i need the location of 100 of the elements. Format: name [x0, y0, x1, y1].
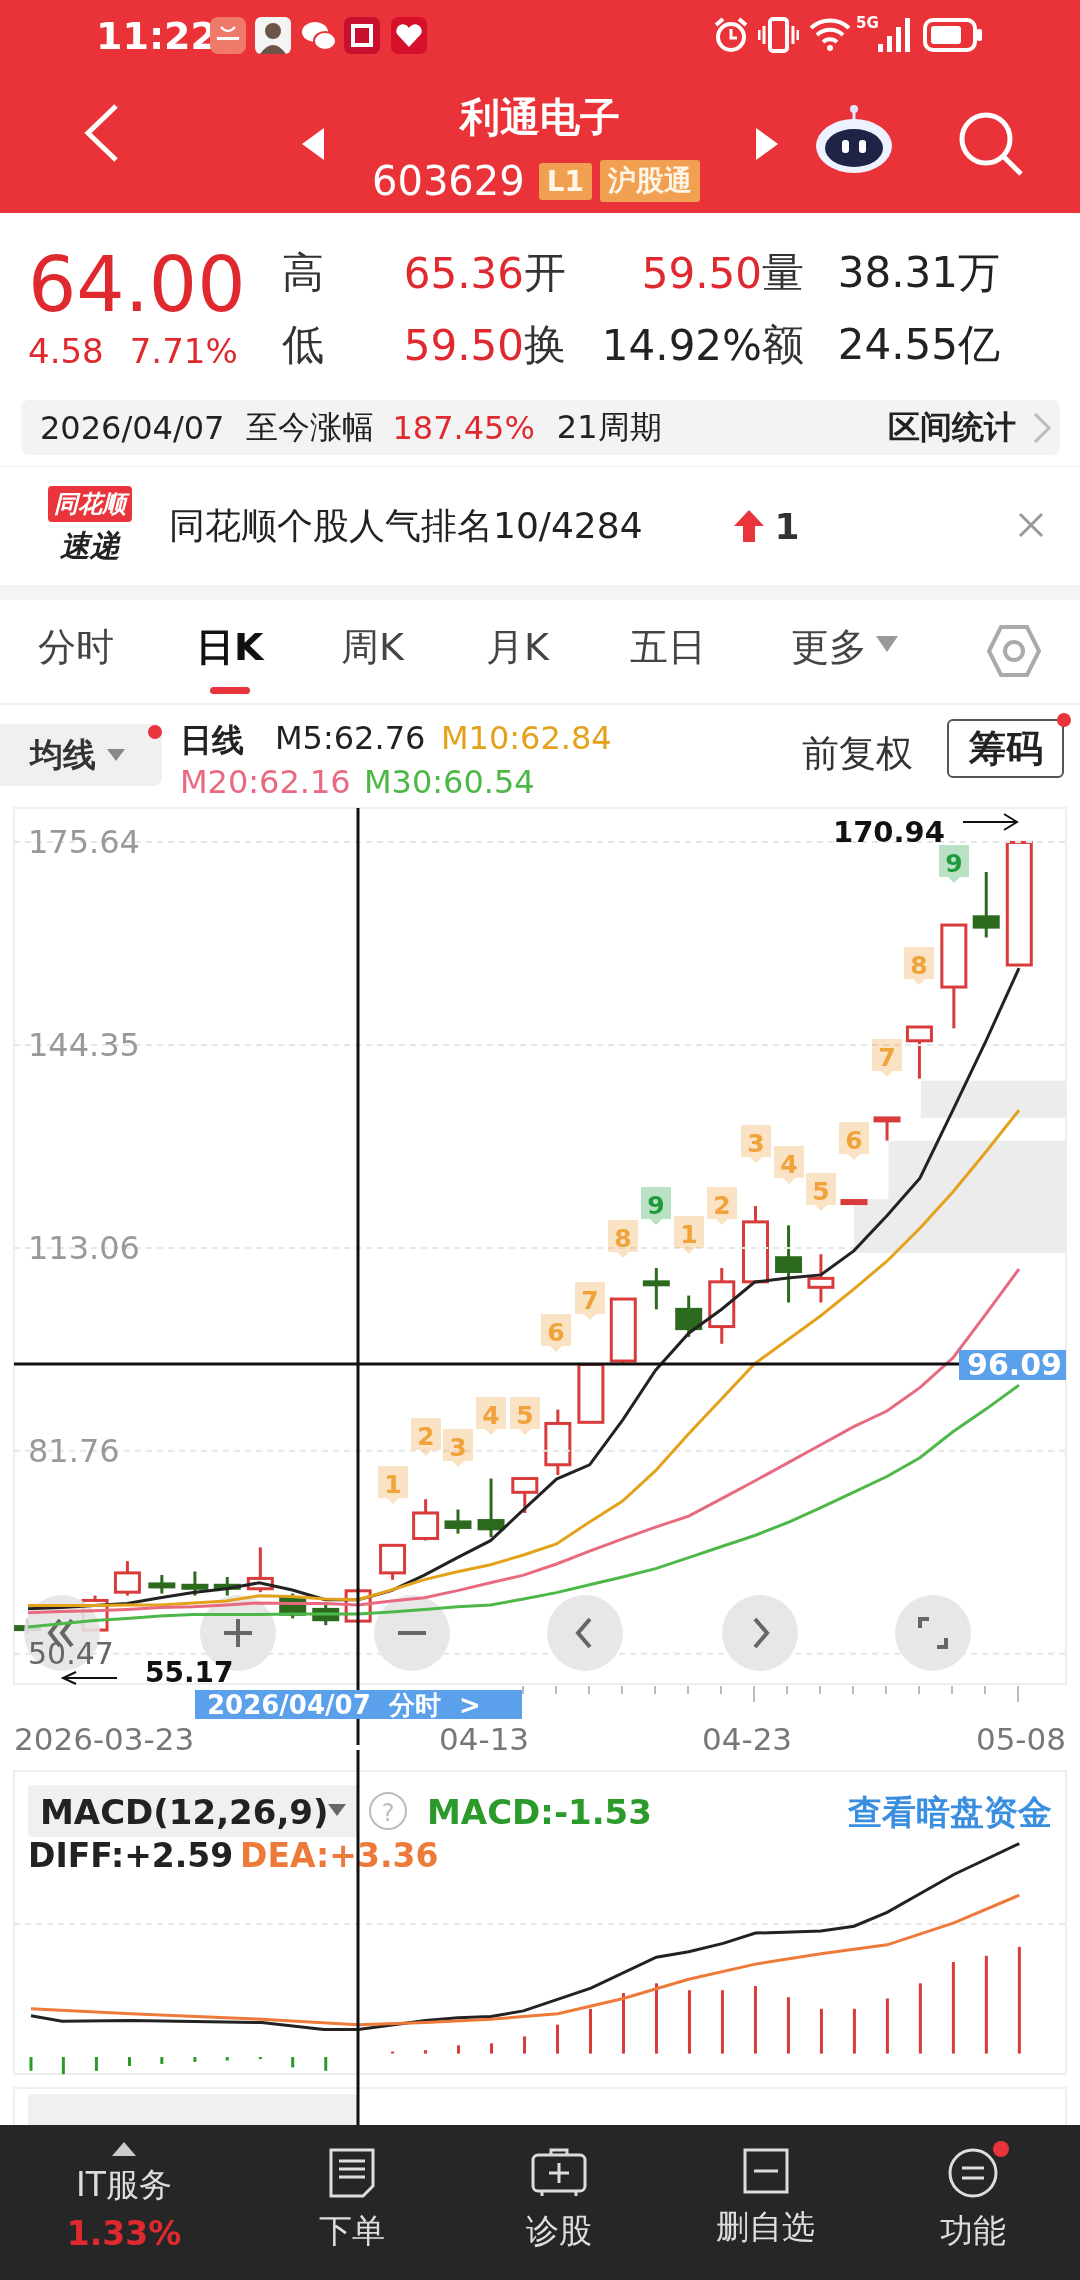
network-type: 5G [856, 14, 879, 32]
sector-button[interactable]: IT服务 1.33% [0, 2125, 248, 2280]
candlestick [113, 1561, 141, 1596]
fullscreen-button[interactable] [895, 1595, 971, 1671]
stat-value: 14.92% [600, 320, 762, 370]
stat-value: 24.55亿 [836, 319, 1000, 371]
signal-tag: 1 [378, 1466, 408, 1504]
price-axis-label: 175.64 [28, 823, 140, 862]
notification-dot [993, 2141, 1009, 2157]
gain-label: 至今涨幅 [246, 406, 375, 448]
chips-button[interactable]: 筹码 [947, 719, 1064, 778]
popularity-rank-text[interactable]: 同花顺个股人气排名10/4284 [169, 501, 643, 551]
zoom-out-button[interactable] [374, 1595, 450, 1671]
stat-label: 高 [282, 247, 325, 299]
signal-tag: 8 [608, 1220, 638, 1258]
bottom-nav-item[interactable]: 下单 [248, 2125, 455, 2280]
signal-tag: 4 [476, 1397, 506, 1435]
stat-value: 59.50 [640, 248, 762, 298]
arrow-icon [962, 813, 1019, 831]
indicator-dropdown[interactable]: MACD(12,26,9) [28, 1785, 358, 1837]
candlestick [972, 872, 1000, 938]
settings-icon[interactable] [987, 624, 1041, 678]
moving-average-value: M30:60.54 [364, 763, 535, 801]
sector-name: IT服务 [76, 2164, 172, 2206]
histogram-bar [720, 1990, 724, 2054]
chart-period-tab[interactable]: 五日 [630, 622, 706, 694]
crosshair-price-tag: 96.09 [959, 1347, 1066, 1382]
signal-icon [877, 18, 913, 52]
scroll-right-button[interactable] [722, 1595, 798, 1671]
histogram-bar [490, 2043, 494, 2054]
histogram-bar [457, 2045, 461, 2054]
candlestick [246, 1547, 274, 1593]
candlestick [181, 1571, 209, 1596]
stock-code: 603629 [372, 158, 525, 204]
remove-square-icon [741, 2147, 790, 2195]
clock-time: 11:22 [96, 14, 217, 58]
moving-average-value: M10:62.84 [441, 719, 612, 757]
histogram-bar [291, 2057, 295, 2068]
scroll-left-button[interactable] [547, 1595, 623, 1671]
alarm-icon [713, 16, 749, 54]
histogram-bar [918, 1983, 922, 2054]
app-icon [344, 17, 380, 54]
price-change: 4.58 [28, 331, 104, 371]
histogram-bar [622, 1993, 625, 2054]
wifi-icon [809, 16, 851, 52]
candlestick [511, 1477, 539, 1513]
signal-tag: 8 [904, 947, 934, 985]
histogram-bar [29, 2057, 33, 2071]
stat-label: 额 [762, 319, 805, 371]
stat-value: 65.36 [402, 248, 524, 298]
chart-period-tab[interactable]: 更多 [791, 622, 899, 694]
histogram-bar [819, 2008, 823, 2054]
chart-period-tab[interactable]: 月K [486, 622, 549, 694]
dropdown-caret-icon [106, 748, 126, 762]
histogram-bar [852, 2008, 856, 2054]
expand-up-icon [111, 2141, 137, 2157]
histogram-bar [786, 1997, 790, 2054]
macd-value: MACD:-1.53 [427, 1792, 652, 1832]
rank-change: 1 [774, 505, 800, 547]
date-axis-label: 2026-03-23 [14, 1721, 195, 1750]
histogram-bar [687, 1990, 691, 2054]
candlestick [609, 1297, 637, 1364]
robot-icon[interactable] [813, 104, 895, 174]
last-price: 64.00 [28, 243, 247, 327]
chat-bubbles-icon [301, 20, 337, 52]
candlestick [840, 1199, 868, 1206]
indicator-dropdown[interactable]: 均线 [0, 724, 162, 786]
candlestick [905, 1025, 933, 1079]
chart-period-tab[interactable]: 周K [341, 622, 404, 694]
histogram-bar [556, 2024, 559, 2054]
candlestick [642, 1268, 670, 1310]
bottom-nav-item[interactable]: 删自选 [662, 2125, 869, 2280]
histogram-bar [523, 2036, 526, 2054]
chart-period-tab[interactable]: 分时 [38, 622, 114, 694]
histogram-bar [258, 2057, 262, 2060]
bottom-nav-item[interactable]: 功能 [869, 2125, 1076, 2280]
bottom-nav-item[interactable]: 诊股 [455, 2125, 662, 2280]
low-price-marker: 55.17 [145, 1655, 234, 1689]
date-axis-label: 04-23 [702, 1721, 793, 1750]
candlestick [444, 1509, 472, 1534]
interval-stats-bar[interactable]: 2026/04/07 至今涨幅 187.45% 21周期 区间统计 [21, 400, 1060, 455]
candlestick [279, 1593, 307, 1619]
price-adjust-option[interactable]: 前复权 [802, 729, 913, 779]
histogram-bar [753, 1986, 757, 2054]
histogram-bar [94, 2057, 98, 2071]
moving-average-value: M20:62.16 [180, 763, 351, 801]
chart-period-tab[interactable]: 日K [196, 622, 264, 694]
signal-tag: 6 [541, 1314, 571, 1352]
stat-label: 开 [524, 247, 567, 299]
dropdown-caret-icon [875, 634, 899, 654]
candlestick [412, 1499, 440, 1541]
stat-label: 换 [524, 319, 567, 371]
interval-stats-link[interactable]: 区间统计 [888, 405, 1016, 450]
signal-tag: 7 [872, 1039, 902, 1077]
stock-name: 利通电子 [460, 93, 620, 142]
price-axis-label: 50.47 [28, 1636, 114, 1672]
candlestick [312, 1604, 340, 1626]
stat-value: 59.50 [402, 320, 524, 370]
histogram-bar [193, 2057, 197, 2062]
candlestick [675, 1295, 703, 1337]
